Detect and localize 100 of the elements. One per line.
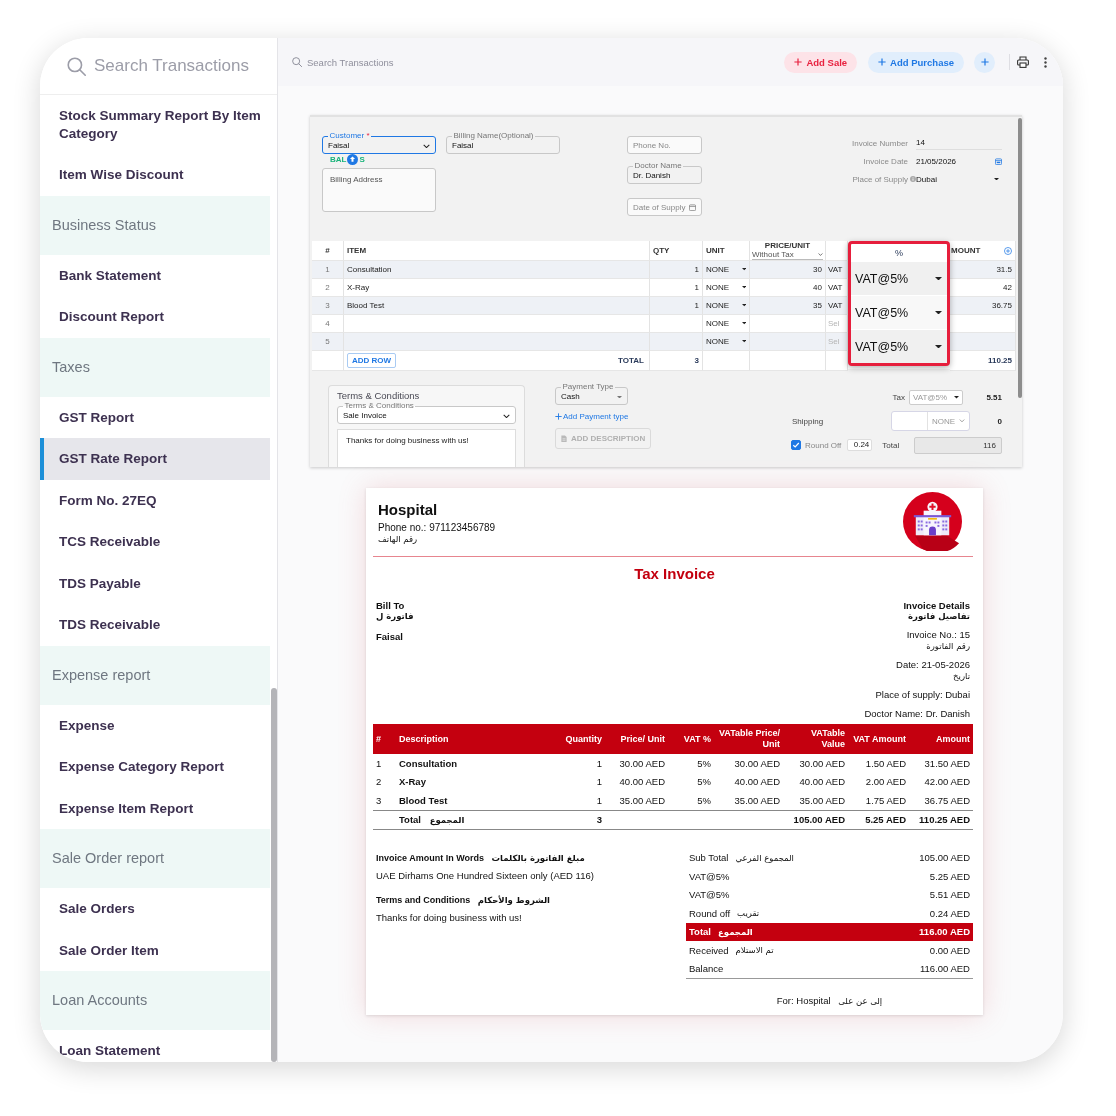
arabic-label: تاريخ [952, 671, 970, 682]
sidebar-section-header[interactable]: Expense report [40, 645, 270, 705]
sidebar-section-header[interactable]: Taxes [40, 337, 270, 397]
sidebar-item[interactable]: Form No. 27EQ [40, 479, 270, 521]
sidebar-item[interactable]: TDS Receivable [40, 604, 270, 646]
field-label: Billing Name(Optional) [452, 132, 535, 140]
sidebar-item[interactable]: GST Report [40, 396, 270, 438]
sidebar-item[interactable]: TCS Receivable [40, 521, 270, 563]
up-arrow-icon[interactable] [347, 154, 359, 165]
sidebar-item[interactable]: Stock Summary Report By Item Category [40, 95, 270, 154]
caret-icon [935, 344, 942, 349]
unit-select[interactable]: NONE [703, 297, 750, 315]
signature-text: For: Hospital [776, 995, 831, 1006]
table-cell: 30.00 AED [605, 754, 668, 773]
place-of-supply-select[interactable]: Dubai [916, 173, 1002, 185]
table-cell-text: 40.00 AED [798, 775, 846, 790]
calendar-icon[interactable] [995, 157, 1002, 165]
field-label: Invoice Date [862, 156, 908, 166]
table-cell: 1 [650, 261, 703, 279]
sidebar-item[interactable]: Item Wise Discount [40, 154, 270, 196]
caret-icon [935, 310, 942, 315]
round-off-checkbox[interactable] [791, 440, 801, 450]
search-icon [67, 56, 86, 76]
unit-select[interactable]: NONE [703, 279, 750, 297]
add-payment-type-link[interactable]: Add Payment type [555, 412, 629, 421]
summary-value: 5.25 AED [929, 870, 970, 882]
scrollbar-thumb[interactable] [270, 688, 277, 1062]
sidebar-item[interactable]: Expense [40, 704, 270, 746]
table-cell: 36.75 AED [909, 791, 973, 810]
column-header: VATable Price/ Unit [714, 724, 783, 754]
table-cell-text: 5% [696, 775, 712, 790]
scrollbar-thumb[interactable] [1018, 118, 1022, 398]
sidebar-section-header[interactable]: Business Status [40, 195, 270, 255]
price-mode-select[interactable]: Without Tax [752, 250, 823, 260]
table-cell-text: 2.00 AED [864, 775, 907, 790]
business-name: Hospital [378, 501, 439, 519]
printer-icon[interactable] [1017, 56, 1029, 68]
hospital-building-icon [903, 492, 962, 551]
table-cell: 1 [373, 754, 395, 773]
unit-select[interactable]: NONE [703, 261, 750, 279]
sidebar-section-header[interactable]: Sale Order report [40, 829, 270, 888]
invoice-date-field[interactable]: 21/05/2026 [916, 155, 1002, 167]
column-header: VAT % [668, 724, 714, 754]
add-row-button[interactable]: ADD ROW [347, 353, 397, 368]
invoice-detail: Doctor Name: Dr. Danish [864, 708, 970, 720]
tax-rate-select[interactable]: VAT@5% [851, 329, 947, 363]
sidebar-item[interactable]: Sale Orders [40, 888, 270, 930]
sidebar-item[interactable]: Expense Item Report [40, 787, 270, 829]
add-button[interactable] [974, 51, 995, 73]
sidebar-item[interactable]: Bank Statement [40, 254, 270, 296]
field-label: Invoice Number [850, 138, 908, 148]
tax-rate-select[interactable]: VAT@5% [851, 261, 947, 295]
table-cell: 1.75 AED [848, 791, 909, 810]
summary-label: Sub Total [689, 852, 729, 864]
terms-text-field[interactable]: Thanks for doing business with us! [337, 429, 516, 467]
summary-label: VAT@5% [689, 870, 730, 882]
caret-icon [741, 286, 746, 289]
column-header: % [894, 246, 904, 260]
sidebar-item[interactable]: Discount Report [40, 296, 270, 338]
tax-rate-select[interactable]: VAT@5% [851, 295, 947, 329]
sidebar-item[interactable]: Expense Category Report [40, 746, 270, 788]
caret-icon [741, 340, 746, 343]
table-cell: VAT [826, 279, 848, 297]
invoice-number-field[interactable]: 14 [916, 136, 1002, 150]
customer-select[interactable]: Customer * Faisal [322, 132, 436, 154]
billing-address-field[interactable]: Billing Address [322, 168, 436, 212]
doctor-name-field[interactable]: Doctor Name Dr. Danish [627, 162, 702, 184]
round-off-input[interactable]: 0.24 [847, 439, 873, 451]
column-header: Quantity [545, 724, 605, 754]
add-sale-button[interactable]: Add Sale [784, 51, 858, 73]
sidebar-item[interactable]: TDS Payable [40, 562, 270, 604]
column-header: Price/ Unit [605, 724, 668, 754]
table-cell: 36.75 [950, 297, 1016, 315]
unit-select[interactable]: NONE [703, 333, 750, 351]
field-label: Terms & Conditions [343, 402, 415, 410]
table-cell: X-Ray [344, 279, 650, 297]
sidebar-item[interactable]: GST Rate Report [40, 438, 270, 480]
sidebar-item[interactable]: Loan Statement [40, 1030, 270, 1060]
table-cell: VAT [826, 297, 848, 315]
arabic-label: الشروط والأحكام [477, 894, 550, 905]
phone-field[interactable]: Phone No. [627, 136, 702, 154]
table-cell [650, 333, 703, 351]
terms-select[interactable]: Terms & Conditions Sale Invoice [337, 402, 516, 424]
tax-amount: 5.51 [985, 393, 1002, 402]
payment-type-select[interactable]: Payment Type Cash [555, 383, 628, 405]
date-of-supply-field[interactable]: Date of Supply [627, 198, 702, 216]
billing-name-field[interactable]: Billing Name(Optional) Faisal [446, 132, 560, 154]
row-number: 2 [312, 279, 344, 297]
total-label: TOTAL [618, 356, 644, 365]
table-cell: 3 [545, 810, 605, 829]
table-cell: 30.00 AED [714, 754, 783, 773]
add-purchase-button[interactable]: Add Purchase [868, 51, 964, 73]
section-title: Terms & Conditions [337, 390, 421, 402]
column-header: VAT Amount [848, 724, 909, 754]
summary-value: 0.24 AED [929, 907, 970, 919]
more-icon[interactable] [1044, 56, 1047, 68]
unit-select[interactable]: NONE [703, 315, 750, 333]
plus-circle-icon[interactable] [1004, 246, 1012, 255]
sidebar-item[interactable]: Sale Order Item [40, 929, 270, 971]
sidebar-section-header[interactable]: Loan Accounts [40, 971, 270, 1030]
